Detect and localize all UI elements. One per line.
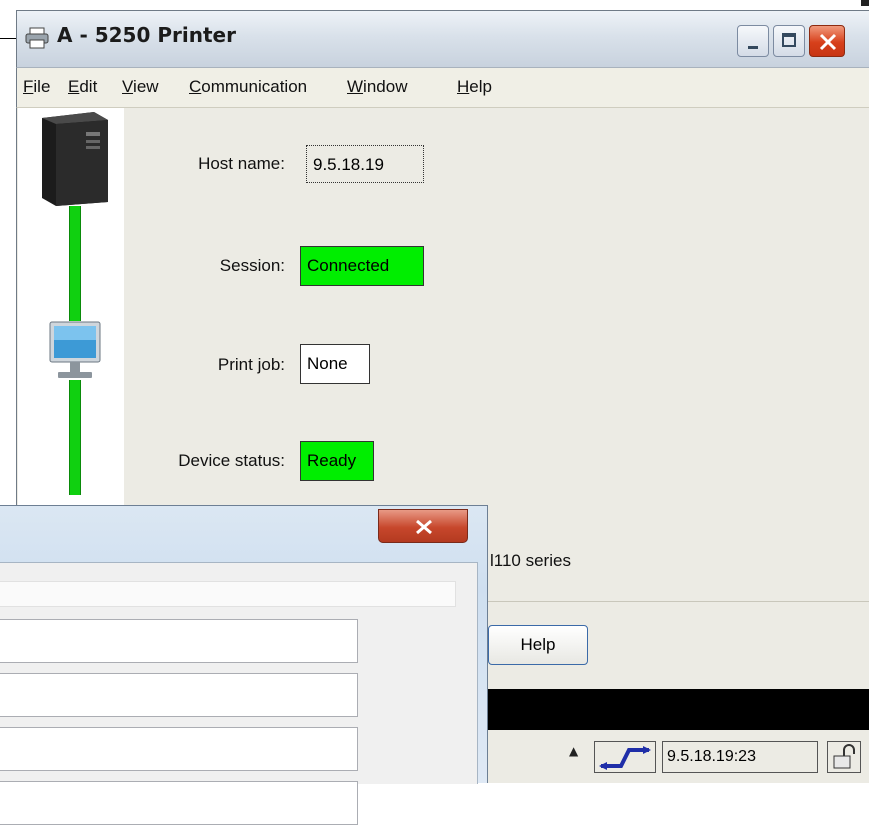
menu-bar: File Edit View Communication Window Help [16, 68, 869, 108]
overlapping-dialog [0, 505, 488, 825]
print-job-value: None [300, 344, 370, 384]
menu-help[interactable]: Help [457, 77, 492, 97]
host-name-value: 9.5.18.19 [306, 145, 424, 183]
connection-line-upper [69, 206, 81, 321]
lock-icon[interactable] [827, 741, 861, 773]
maximize-button[interactable] [773, 25, 805, 57]
printer-model-text: l110 series [490, 551, 571, 570]
edge-fragment [861, 0, 869, 6]
close-icon [416, 519, 432, 535]
menu-file[interactable]: File [23, 77, 50, 97]
connection-line-lower [69, 380, 81, 495]
menu-view[interactable]: View [122, 77, 159, 97]
dialog-field-2[interactable] [0, 673, 358, 717]
printer-icon [25, 27, 49, 49]
menu-communication[interactable]: Communication [189, 77, 307, 97]
close-icon [819, 33, 837, 51]
session-label: Session: [219, 256, 285, 275]
edge-line [0, 38, 16, 39]
dialog-header-strip [0, 581, 456, 607]
host-name-label: Host name: [198, 154, 285, 173]
host-port-readout: 9.5.18.19:23 [662, 741, 818, 773]
dialog-close-button[interactable] [378, 509, 468, 543]
help-button[interactable]: Help [488, 625, 588, 665]
connection-icon [594, 741, 656, 773]
close-button[interactable] [809, 25, 845, 57]
menu-edit[interactable]: Edit [68, 77, 97, 97]
device-status-label: Device status: [178, 451, 285, 470]
server-tower-icon [42, 112, 108, 206]
dialog-field-4[interactable] [0, 781, 358, 825]
dialog-body [0, 562, 478, 825]
title-bar[interactable]: A - 5250 Printer [16, 10, 869, 68]
dialog-field-3[interactable] [0, 727, 358, 771]
monitor-icon [49, 321, 101, 378]
window-title: A - 5250 Printer [57, 23, 236, 47]
scroll-up-arrow-icon[interactable]: ▲ [569, 744, 578, 758]
device-status-value: Ready [300, 441, 374, 481]
dialog-field-1[interactable] [0, 619, 358, 663]
minimize-button[interactable] [737, 25, 769, 57]
session-value: Connected [300, 246, 424, 286]
menu-window[interactable]: Window [347, 77, 407, 97]
print-job-label: Print job: [217, 355, 285, 374]
